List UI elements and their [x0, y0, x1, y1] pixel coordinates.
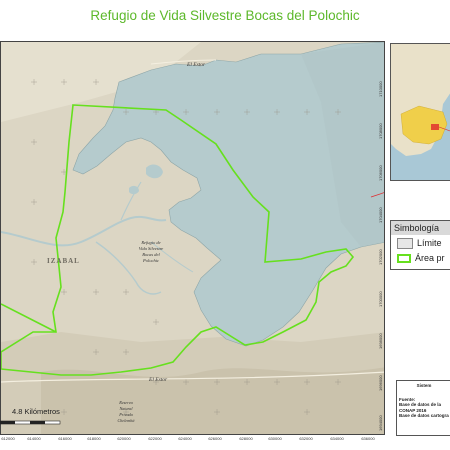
y-tick-label: 1710000 [378, 81, 383, 97]
legend-swatch-limite [397, 238, 413, 250]
legend: Simbología Límite Área pr [390, 220, 450, 270]
info-line: Base de datos cartogra [399, 413, 449, 418]
y-tick-label: 1708000 [378, 123, 383, 139]
legend-swatch-area-protegida [397, 254, 411, 264]
x-tick-label: 620000 [117, 436, 131, 441]
svg-text:Reserva: Reserva [118, 400, 133, 405]
y-tick-label: 1694000 [378, 415, 383, 431]
svg-text:Refugio de: Refugio de [140, 240, 160, 245]
svg-text:Privada: Privada [118, 412, 133, 417]
y-tick-label: 1704000 [378, 207, 383, 223]
locator-inset-map[interactable] [390, 43, 450, 181]
y-tick-label: 1696000 [378, 375, 383, 391]
source-info-box: Sistem Fuente: Base de datos de la CONAP… [396, 380, 450, 436]
legend-item-label: Área pr [415, 253, 445, 263]
info-title: Sistem [416, 383, 432, 388]
inset-location-marker [431, 124, 439, 130]
x-tick-label: 626000 [208, 436, 222, 441]
x-tick-label: 616000 [58, 436, 72, 441]
x-tick-label: 612000 [1, 436, 15, 441]
place-label-el-estor-south: El Estor [148, 377, 168, 383]
legend-item-area-protegida: Área pr [397, 253, 445, 264]
southern-ridge [41, 367, 384, 434]
y-tick-label: 1706000 [378, 165, 383, 181]
x-tick-label: 634000 [330, 436, 344, 441]
svg-text:Natural: Natural [118, 406, 133, 411]
x-tick-label: 622000 [148, 436, 162, 441]
legend-item-label: Límite [417, 238, 442, 248]
place-label-izabal: IZABAL [47, 257, 80, 265]
svg-text:Polochic: Polochic [142, 258, 159, 263]
y-tick-label: 1700000 [378, 291, 383, 307]
x-tick-label: 618000 [87, 436, 101, 441]
x-tick-label: 630000 [268, 436, 282, 441]
x-tick-label: 636000 [361, 436, 375, 441]
legend-item-limite: Límite [397, 238, 442, 250]
svg-text:Vida Silvestre: Vida Silvestre [139, 246, 164, 251]
inset-canvas [391, 44, 450, 180]
y-tick-label: 1698000 [378, 333, 383, 349]
legend-title: Simbología [391, 221, 450, 235]
scale-bar-label: 4.8 Kilómetros [12, 407, 60, 416]
map-canvas: El Estor IZABAL El Estor Refugio de Vida… [1, 42, 384, 434]
x-tick-label: 628000 [239, 436, 253, 441]
scale-bar: 4.8 Kilómetros [0, 407, 80, 431]
x-tick-label: 632000 [299, 436, 313, 441]
y-tick-label: 1702000 [378, 249, 383, 265]
x-tick-label: 614000 [27, 436, 41, 441]
place-label-reserva: Reserva Natural Privada Chelemhá [118, 400, 135, 423]
main-map[interactable]: El Estor IZABAL El Estor Refugio de Vida… [0, 41, 385, 435]
x-tick-label: 624000 [178, 436, 192, 441]
place-label-el-estor-north: El Estor [186, 62, 206, 68]
right-coordinate-ticks: 1710000 1708000 1706000 1704000 1702000 … [378, 41, 386, 435]
svg-text:Bocas del: Bocas del [142, 252, 160, 257]
bottom-coordinate-ticks: 612000 614000 616000 618000 620000 62200… [0, 436, 385, 444]
map-title: Refugio de Vida Silvestre Bocas del Polo… [90, 8, 360, 23]
svg-text:Chelemhá: Chelemhá [118, 418, 135, 423]
